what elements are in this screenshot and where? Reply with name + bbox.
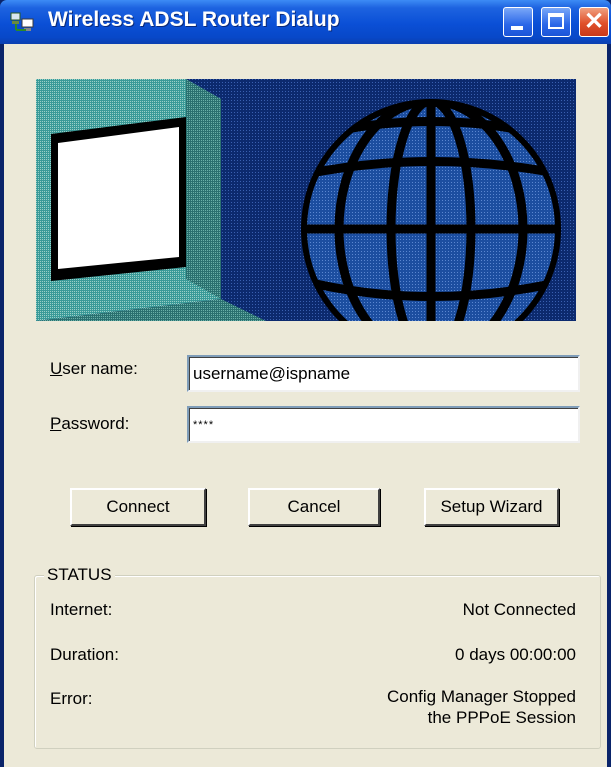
dialup-window: Wireless ADSL Router Dialup ✕ User name:… — [0, 0, 611, 767]
cancel-button[interactable]: Cancel — [248, 488, 380, 526]
minimize-icon — [511, 26, 523, 30]
username-field[interactable] — [187, 355, 580, 392]
error-value-line2: the PPPoE Session — [427, 708, 576, 727]
window-title: Wireless ADSL Router Dialup — [48, 8, 340, 31]
minimize-button[interactable] — [503, 7, 533, 37]
duration-label: Duration: — [50, 645, 119, 664]
connect-button[interactable]: Connect — [70, 488, 206, 526]
title-bar[interactable]: Wireless ADSL Router Dialup ✕ — [0, 0, 611, 44]
internet-label: Internet: — [50, 600, 113, 619]
maximize-icon — [548, 13, 564, 29]
status-title: STATUS — [44, 565, 115, 585]
setup-wizard-button[interactable]: Setup Wizard — [424, 488, 559, 526]
password-field[interactable] — [187, 406, 580, 443]
duration-value: 0 days 00:00:00 — [455, 645, 576, 664]
network-computers-icon[interactable] — [10, 10, 36, 34]
password-label: Password: — [50, 414, 130, 433]
close-button[interactable]: ✕ — [579, 7, 609, 37]
banner-image — [36, 79, 576, 321]
internet-value: Not Connected — [462, 600, 576, 619]
close-icon: ✕ — [583, 8, 605, 35]
maximize-button[interactable] — [541, 7, 571, 37]
error-label: Error: — [50, 689, 93, 708]
username-label: User name: — [50, 359, 138, 378]
dialog-body: User name: Password: Connect Cancel Setu… — [4, 44, 607, 767]
error-value-line1: Config Manager Stopped — [386, 687, 576, 706]
